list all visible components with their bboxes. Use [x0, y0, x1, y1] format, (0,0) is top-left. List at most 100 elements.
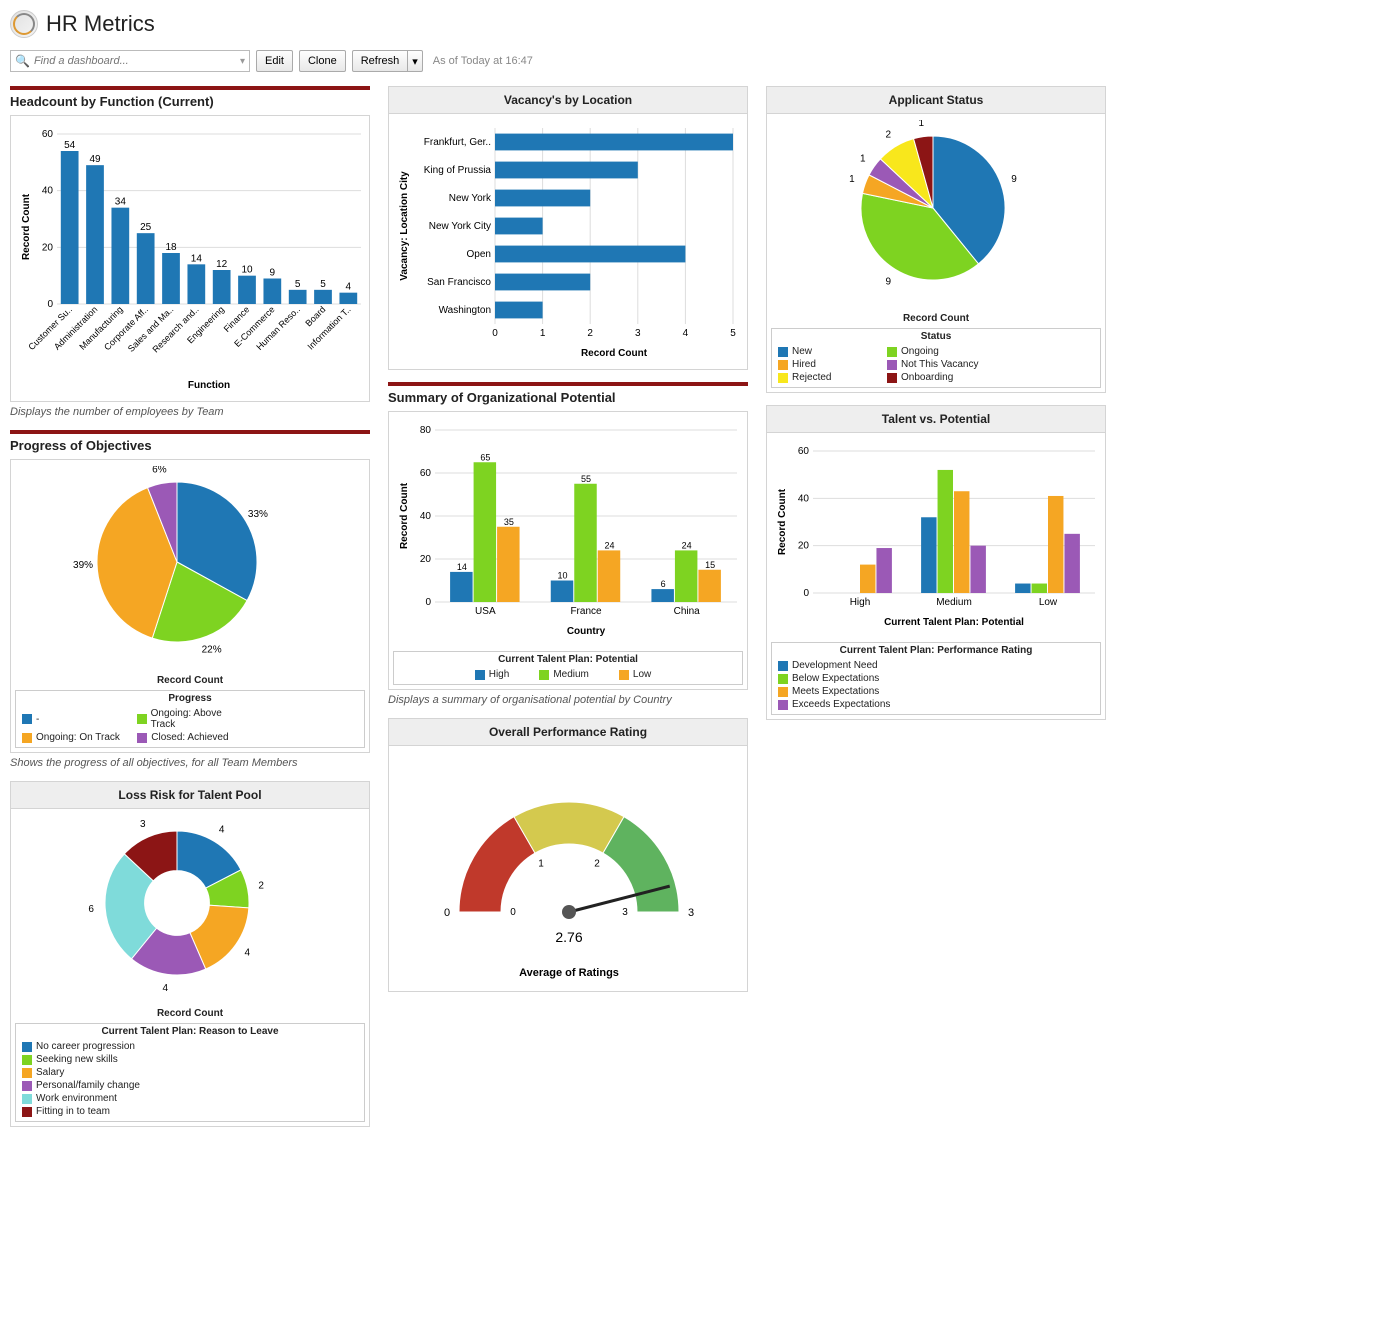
applicant-chart[interactable]: 991121 — [767, 114, 1105, 313]
applicant-panel: Applicant Status 991121 Record Count Sta… — [766, 86, 1106, 393]
legend-item: Exceeds Expectations — [778, 699, 930, 710]
legend-item: Closed: Achieved — [137, 732, 242, 743]
talentpotential-chart[interactable]: 0204060HighMediumLowRecord CountCurrent … — [767, 433, 1105, 638]
svg-text:Open: Open — [467, 249, 491, 260]
svg-text:20: 20 — [42, 242, 54, 253]
column-1: Headcount by Function (Current) 02040605… — [10, 86, 370, 1127]
headcount-section: Headcount by Function (Current) 02040605… — [10, 86, 370, 418]
svg-text:2: 2 — [886, 130, 892, 141]
page-title: HR Metrics — [46, 11, 155, 37]
dropdown-arrow-icon[interactable]: ▾ — [240, 56, 245, 67]
svg-text:24: 24 — [604, 540, 614, 550]
talentpotential-section: Talent vs. Potential 0204060HighMediumLo… — [766, 405, 1106, 720]
dashboard-search[interactable]: 🔍 ▾ — [10, 50, 250, 72]
lossrisk-chart[interactable]: 424463 — [11, 809, 369, 1008]
search-input[interactable] — [34, 55, 240, 67]
legend-item: Medium — [539, 669, 589, 680]
svg-text:10: 10 — [241, 265, 253, 276]
legend-label: Medium — [553, 669, 589, 680]
svg-text:35: 35 — [504, 517, 514, 527]
legend-item: Development Need — [778, 660, 930, 671]
svg-text:Record Count: Record Count — [581, 348, 648, 359]
legend-label: High — [489, 669, 510, 680]
svg-text:4: 4 — [346, 282, 352, 293]
legend-swatch — [619, 670, 629, 680]
svg-text:80: 80 — [420, 425, 432, 436]
svg-text:Low: Low — [1039, 597, 1058, 608]
legend-item: Fitting in to team — [22, 1106, 183, 1117]
svg-text:Current Talent Plan: Potential: Current Talent Plan: Potential — [884, 617, 1024, 628]
svg-text:4: 4 — [219, 825, 225, 836]
legend-swatch — [778, 700, 788, 710]
lossrisk-panel: Loss Risk for Talent Pool 424463 Record … — [10, 781, 370, 1127]
headcount-chart[interactable]: 020406054Customer Su..49Administration34… — [11, 116, 369, 401]
legend-label: Fitting in to team — [36, 1106, 110, 1117]
vacancies-panel: Vacancy's by Location 012345Frankfurt, G… — [388, 86, 748, 370]
svg-text:4: 4 — [244, 948, 250, 959]
lossrisk-legend: Current Talent Plan: Reason to Leave No … — [15, 1023, 365, 1122]
legend-label: No career progression — [36, 1041, 135, 1052]
vacancies-chart[interactable]: 012345Frankfurt, Ger..King of PrussiaNew… — [389, 114, 747, 369]
svg-text:5: 5 — [295, 279, 301, 290]
legend-label: Onboarding — [901, 372, 953, 383]
legend-label: Salary — [36, 1067, 64, 1078]
legend-item: - — [22, 708, 127, 730]
section-title-orgpotential: Summary of Organizational Potential — [388, 390, 748, 405]
svg-text:9: 9 — [270, 268, 276, 279]
legend-item: Onboarding — [887, 372, 986, 383]
svg-text:Average of Ratings: Average of Ratings — [519, 967, 619, 979]
refresh-button[interactable]: Refresh — [352, 50, 409, 72]
orgpotential-chart[interactable]: 020406080146535USA105524France62415China… — [389, 412, 747, 647]
refresh-dropdown[interactable]: ▾ — [408, 50, 423, 72]
applicant-value-label: Record Count — [767, 313, 1105, 324]
svg-text:1: 1 — [538, 859, 544, 870]
svg-text:Record Count: Record Count — [399, 482, 410, 549]
section-divider — [10, 86, 370, 90]
legend-swatch — [137, 714, 146, 724]
legend-title: Status — [772, 329, 1100, 344]
svg-text:60: 60 — [420, 468, 432, 479]
legend-item: No career progression — [22, 1041, 183, 1052]
panel-title-talentpotential: Talent vs. Potential — [767, 406, 1105, 433]
legend-label: - — [36, 714, 39, 725]
legend-label: Ongoing: Above Track — [151, 708, 243, 730]
section-divider — [388, 382, 748, 386]
overallperf-chart[interactable]: 0123032.76Average of Ratings — [389, 746, 747, 991]
gauge-icon — [10, 10, 38, 38]
svg-text:2: 2 — [594, 859, 600, 870]
orgpotential-section: Summary of Organizational Potential 0204… — [388, 382, 748, 706]
svg-text:USA: USA — [475, 606, 496, 617]
objectives-caption: Shows the progress of all objectives, fo… — [10, 757, 370, 769]
talentpotential-legend: Current Talent Plan: Performance Rating … — [771, 642, 1101, 715]
edit-button[interactable]: Edit — [256, 50, 293, 72]
svg-text:China: China — [674, 606, 701, 617]
legend-label: Ongoing — [901, 346, 939, 357]
svg-text:New York City: New York City — [429, 221, 491, 232]
svg-text:King of Prussia: King of Prussia — [424, 165, 492, 176]
clone-button[interactable]: Clone — [299, 50, 346, 72]
svg-text:9: 9 — [886, 276, 892, 287]
svg-text:60: 60 — [798, 446, 810, 457]
legend-swatch — [778, 347, 788, 357]
legend-swatch — [887, 360, 897, 370]
orgpotential-panel: 020406080146535USA105524France62415China… — [388, 411, 748, 690]
svg-text:0: 0 — [444, 907, 450, 919]
objectives-chart[interactable]: 33%22%39%6% — [11, 460, 369, 675]
svg-text:Record Count: Record Count — [21, 193, 32, 260]
svg-text:5: 5 — [320, 279, 326, 290]
legend-label: Rejected — [792, 372, 831, 383]
column-2: Vacancy's by Location 012345Frankfurt, G… — [388, 86, 748, 1127]
legend-swatch — [475, 670, 485, 680]
svg-text:New York: New York — [449, 193, 492, 204]
svg-text:5: 5 — [730, 328, 736, 339]
svg-text:3: 3 — [140, 819, 146, 830]
svg-text:Medium: Medium — [936, 597, 972, 608]
svg-text:Washington: Washington — [439, 305, 491, 316]
legend-item: Meets Expectations — [778, 686, 930, 697]
panel-title-overallperf: Overall Performance Rating — [389, 719, 747, 746]
legend-swatch — [22, 714, 32, 724]
legend-item: Ongoing: Above Track — [137, 708, 242, 730]
orgpotential-caption: Displays a summary of organisational pot… — [388, 694, 748, 706]
svg-text:0: 0 — [425, 597, 431, 608]
svg-text:Country: Country — [567, 626, 606, 637]
